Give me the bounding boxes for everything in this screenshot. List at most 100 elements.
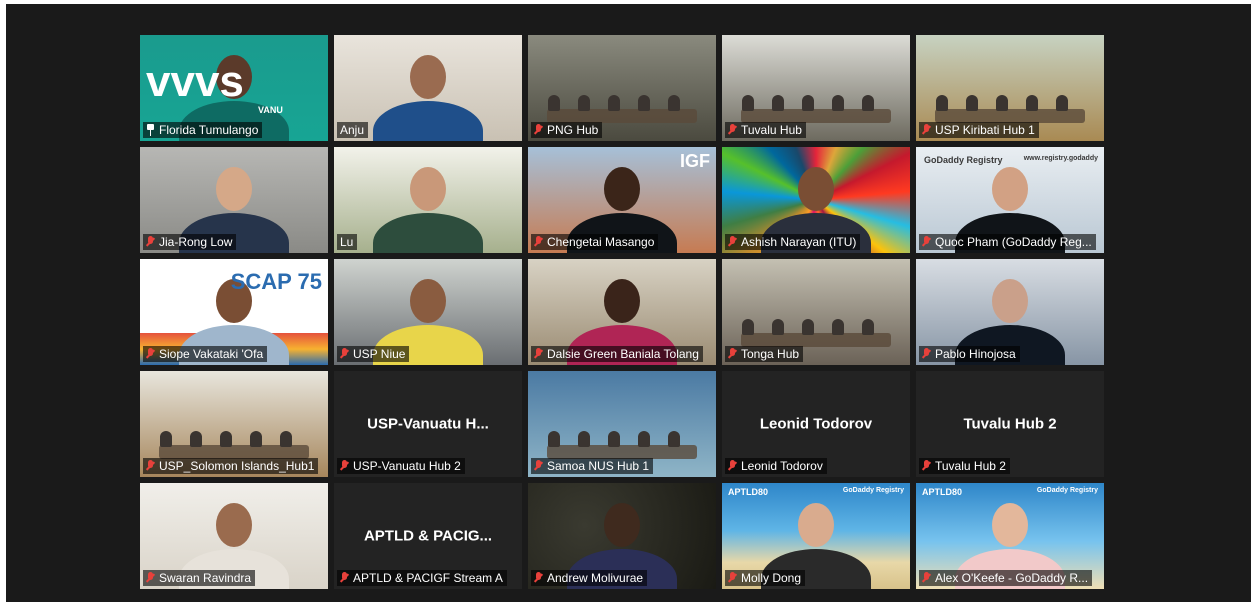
participant-name-label: Lu <box>337 234 358 250</box>
gallery-grid: vvvs VANU Florida Tumulango Anju PNG Hub Tuva… <box>140 35 1104 589</box>
background-logo-text: vvvs <box>146 57 244 106</box>
participant-tile-tuvalu1[interactable]: Tuvalu Hub <box>722 35 910 141</box>
participant-name-label: Leonid Todorov <box>725 458 827 474</box>
participant-tile-anju[interactable]: Anju <box>334 35 522 141</box>
background-logo-text: www.registry.godaddy <box>1023 155 1098 162</box>
participant-name-label: Florida Tumulango <box>143 122 263 138</box>
participant-tile-aptld[interactable]: APTLD & PACIG... APTLD & PACIGF Stream A <box>334 483 522 589</box>
muted-mic-icon <box>728 348 737 360</box>
room-person <box>772 95 784 111</box>
room-person <box>578 95 590 111</box>
participant-tile-swaran[interactable]: Swaran Ravindra <box>140 483 328 589</box>
muted-mic-icon <box>728 460 737 472</box>
background-logo-text: GoDaddy Registry <box>924 155 1003 165</box>
room-person <box>802 95 814 111</box>
room-person <box>548 95 560 111</box>
participant-tile-andrew[interactable]: Andrew Molivurae <box>528 483 716 589</box>
room-person <box>638 431 650 447</box>
muted-mic-icon <box>146 572 155 584</box>
participant-tile-leonid[interactable]: Leonid Todorov Leonid Todorov <box>722 371 910 477</box>
background-logo-text: APTLD80 <box>922 487 963 497</box>
participant-tile-molly[interactable]: APTLD80 GoDaddy Registry Molly Dong <box>722 483 910 589</box>
room-person <box>250 431 262 447</box>
participant-tile-pablo[interactable]: Pablo Hinojosa <box>916 259 1104 365</box>
muted-mic-icon <box>146 348 155 360</box>
participant-tile-ashish[interactable]: Ashish Narayan (ITU) <box>722 147 910 253</box>
participant-tile-lu[interactable]: Lu <box>334 147 522 253</box>
background-logo-text: VANU <box>258 105 283 115</box>
room-table <box>934 109 1086 123</box>
display-name: APTLD & PACIG... <box>363 527 493 545</box>
participant-tile-kiribati[interactable]: USP Kiribati Hub 1 <box>916 35 1104 141</box>
participant-name: USP Niue <box>353 347 406 361</box>
participant-tile-alex[interactable]: APTLD80 GoDaddy Registry Alex O'Keefe - Go… <box>916 483 1104 589</box>
room-person <box>608 431 620 447</box>
participant-name: Leonid Todorov <box>741 459 823 473</box>
muted-mic-icon <box>922 236 931 248</box>
room-person <box>1026 95 1038 111</box>
room-table <box>546 445 698 459</box>
muted-mic-icon <box>534 124 543 136</box>
room-person <box>668 431 680 447</box>
participant-tile-png[interactable]: PNG Hub <box>528 35 716 141</box>
room-person <box>772 319 784 335</box>
participant-name-label: PNG Hub <box>531 122 603 138</box>
room-person <box>742 95 754 111</box>
participant-tile-vanuatu[interactable]: USP-Vanuatu H... USP-Vanuatu Hub 2 <box>334 371 522 477</box>
room-person <box>220 431 232 447</box>
participant-name-label: Swaran Ravindra <box>143 570 256 586</box>
room-person <box>548 431 560 447</box>
room-person <box>832 95 844 111</box>
participant-name-label: Samoa NUS Hub 1 <box>531 458 654 474</box>
meeting-window: vvvs VANU Florida Tumulango Anju PNG Hub Tuva… <box>6 4 1251 602</box>
participant-tile-siope[interactable]: SCAP 75 Siope Vakataki 'Ofa <box>140 259 328 365</box>
participant-name-label: Ashish Narayan (ITU) <box>725 234 861 250</box>
muted-mic-icon <box>534 236 543 248</box>
participant-tile-dalsie[interactable]: Dalsie Green Baniala Tolang <box>528 259 716 365</box>
display-name: USP-Vanuatu H... <box>367 415 489 433</box>
participant-name: Chengetai Masango <box>547 235 655 249</box>
room-person <box>1056 95 1068 111</box>
participant-name: Tuvalu Hub 2 <box>935 459 1006 473</box>
background-logo-text: IGF <box>680 151 710 171</box>
participant-tile-chengetai[interactable]: IGF Chengetai Masango <box>528 147 716 253</box>
participant-name: Florida Tumulango <box>159 123 259 137</box>
participant-tile-florida[interactable]: vvvs VANU Florida Tumulango <box>140 35 328 141</box>
participant-name-label: Jia-Rong Low <box>143 234 237 250</box>
person-head <box>992 503 1028 547</box>
participant-name: APTLD & PACIGF Stream A <box>353 571 503 585</box>
participant-name-label: Tuvalu Hub <box>725 122 806 138</box>
participant-tile-jia[interactable]: Jia-Rong Low <box>140 147 328 253</box>
participant-name-label: Siope Vakataki 'Ofa <box>143 346 268 362</box>
room-person <box>668 95 680 111</box>
participant-name-label: USP Kiribati Hub 1 <box>919 122 1039 138</box>
room-person <box>638 95 650 111</box>
room-person <box>832 319 844 335</box>
participant-tile-tonga[interactable]: Tonga Hub <box>722 259 910 365</box>
participant-name: Molly Dong <box>741 571 802 585</box>
person-head <box>992 167 1028 211</box>
participant-name: Siope Vakataki 'Ofa <box>159 347 264 361</box>
person-body <box>373 101 483 141</box>
muted-mic-icon <box>728 572 737 584</box>
participant-tile-solomon[interactable]: USP_Solomon Islands_Hub1 <box>140 371 328 477</box>
participant-name-label: Dalsie Green Baniala Tolang <box>531 346 703 362</box>
participant-name: Andrew Molivurae <box>547 571 644 585</box>
participant-name: USP-Vanuatu Hub 2 <box>353 459 461 473</box>
participant-tile-tuvalu2[interactable]: Tuvalu Hub 2 Tuvalu Hub 2 <box>916 371 1104 477</box>
participant-name-label: Pablo Hinojosa <box>919 346 1020 362</box>
room-person <box>608 95 620 111</box>
participant-name: Alex O'Keefe - GoDaddy R... <box>935 571 1089 585</box>
room-table <box>740 333 892 347</box>
background-logo-text: GoDaddy Registry <box>1036 487 1098 494</box>
participant-name: Tuvalu Hub <box>741 123 802 137</box>
participant-tile-samoa[interactable]: Samoa NUS Hub 1 <box>528 371 716 477</box>
participant-tile-quoc[interactable]: GoDaddy Registry www.registry.godaddy Quoc… <box>916 147 1104 253</box>
muted-mic-icon <box>728 124 737 136</box>
participant-tile-niue[interactable]: USP Niue <box>334 259 522 365</box>
participant-name-label: Alex O'Keefe - GoDaddy R... <box>919 570 1093 586</box>
participant-name: Dalsie Green Baniala Tolang <box>547 347 699 361</box>
room-person <box>936 95 948 111</box>
person-head <box>604 167 640 211</box>
participant-name: Samoa NUS Hub 1 <box>547 459 650 473</box>
